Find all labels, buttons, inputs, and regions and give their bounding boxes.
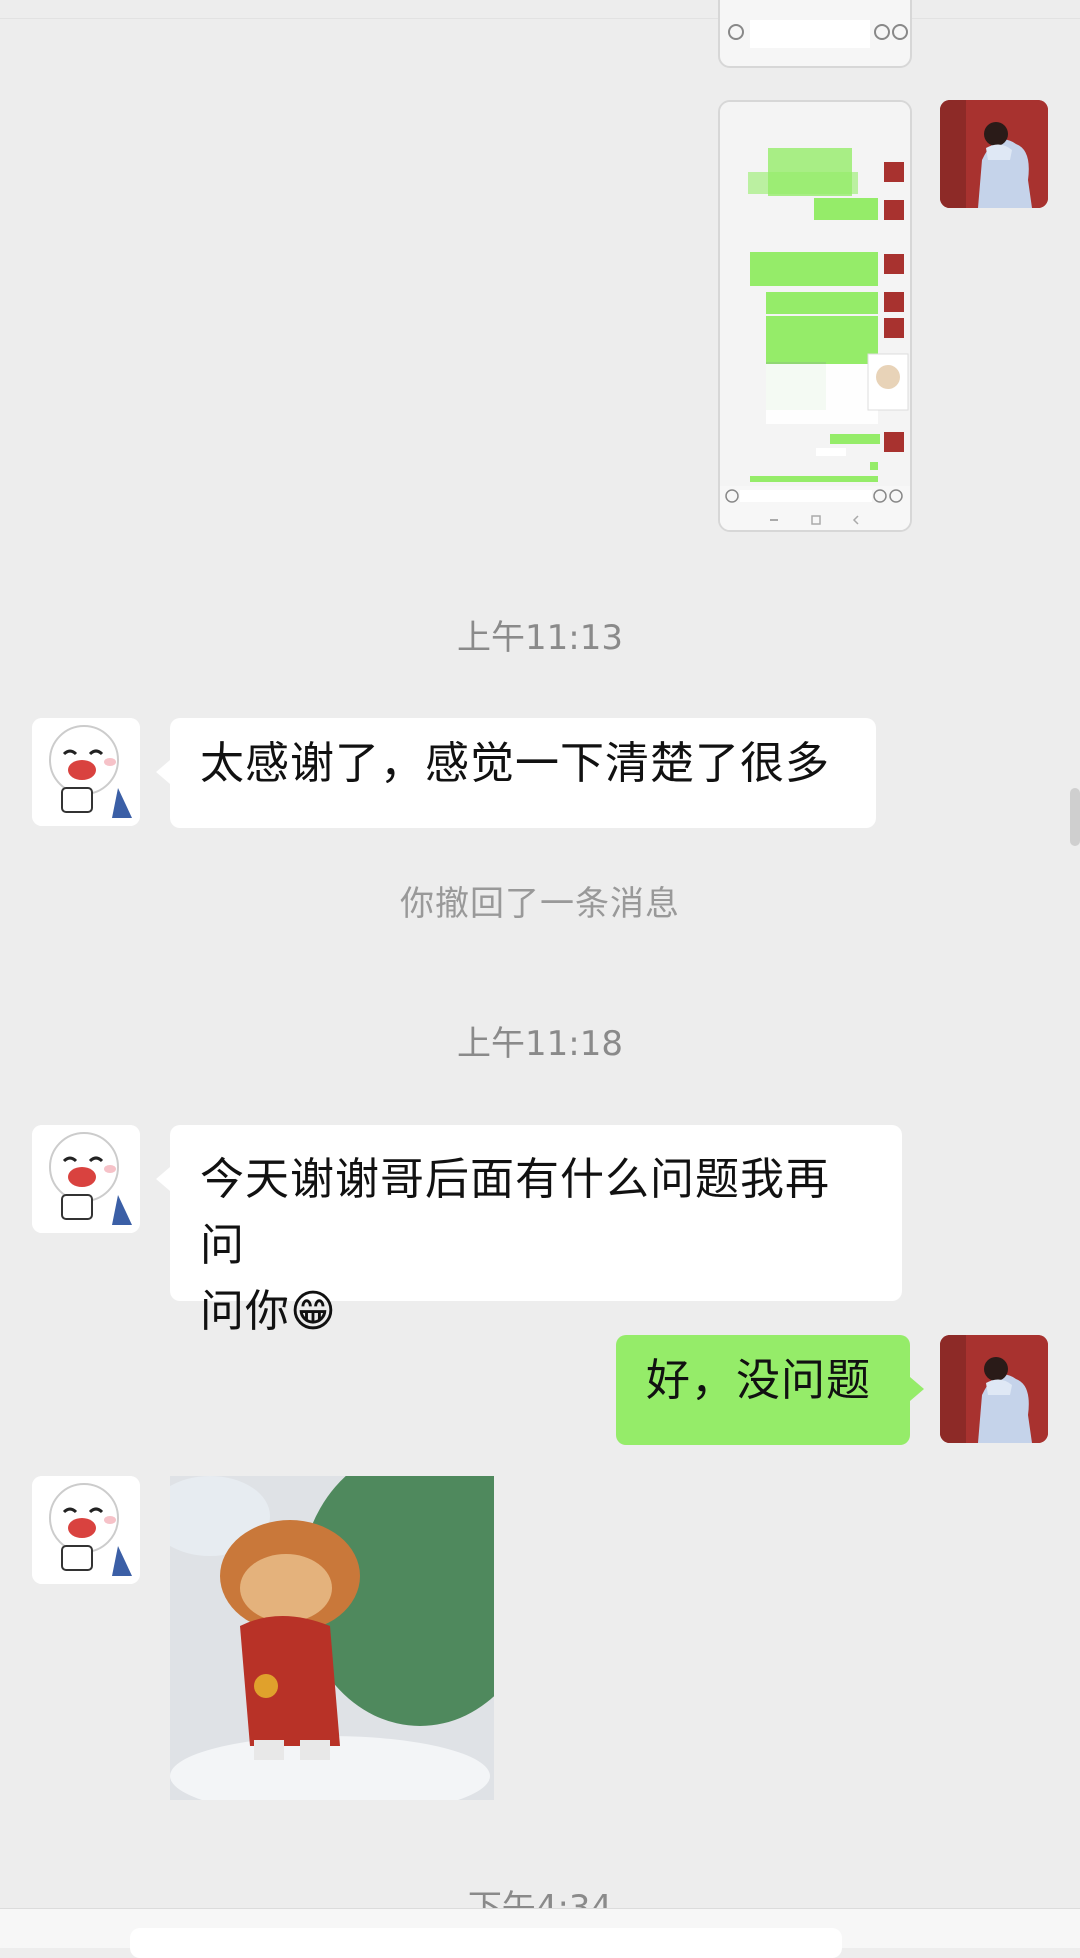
avatar-contact-image [32,1125,140,1233]
screenshot-image-message[interactable] [718,100,912,532]
incoming-message[interactable]: 今天谢谢哥后面有什么问题我再问 问你😁 [170,1125,902,1337]
avatar-self-image [940,1335,1048,1443]
timestamp: 上午11:13 [457,618,623,658]
scrollbar[interactable] [1070,788,1080,846]
message-line: 今天谢谢哥后面有什么问题我再问 [200,1154,830,1271]
top-divider [0,0,1080,19]
add-icon [892,24,908,40]
avatar-contact-image [32,1476,140,1584]
avatar-contact[interactable] [32,1476,140,1584]
message-text: 问你 [200,1286,290,1337]
bubble-tail [156,1167,170,1191]
timestamp: 上午11:18 [457,1024,623,1064]
incoming-message[interactable]: 太感谢了，感觉一下清楚了很多 [170,718,876,828]
message-input[interactable] [130,1928,842,1958]
blur-block [750,20,870,48]
emoji-icon [874,24,890,40]
outgoing-message[interactable]: 好，没问题 [616,1335,910,1445]
voice-icon [728,24,744,40]
screenshot-thumbnail [720,102,910,530]
recall-notice: 你撤回了一条消息 [400,884,680,924]
grin-emoji-icon: 😁 [290,1286,337,1337]
bubble-tail [156,760,170,784]
avatar-self[interactable] [940,1335,1048,1443]
sticker-image [150,1446,540,1816]
avatar-contact[interactable] [32,1125,140,1233]
sticker-message[interactable] [150,1446,540,1816]
avatar-contact-image [32,718,140,826]
avatar-contact[interactable] [32,718,140,826]
bubble-tail [910,1377,924,1401]
image-message-partial[interactable] [718,0,912,68]
avatar-self[interactable] [940,100,1048,208]
avatar-self-image [940,100,1048,208]
